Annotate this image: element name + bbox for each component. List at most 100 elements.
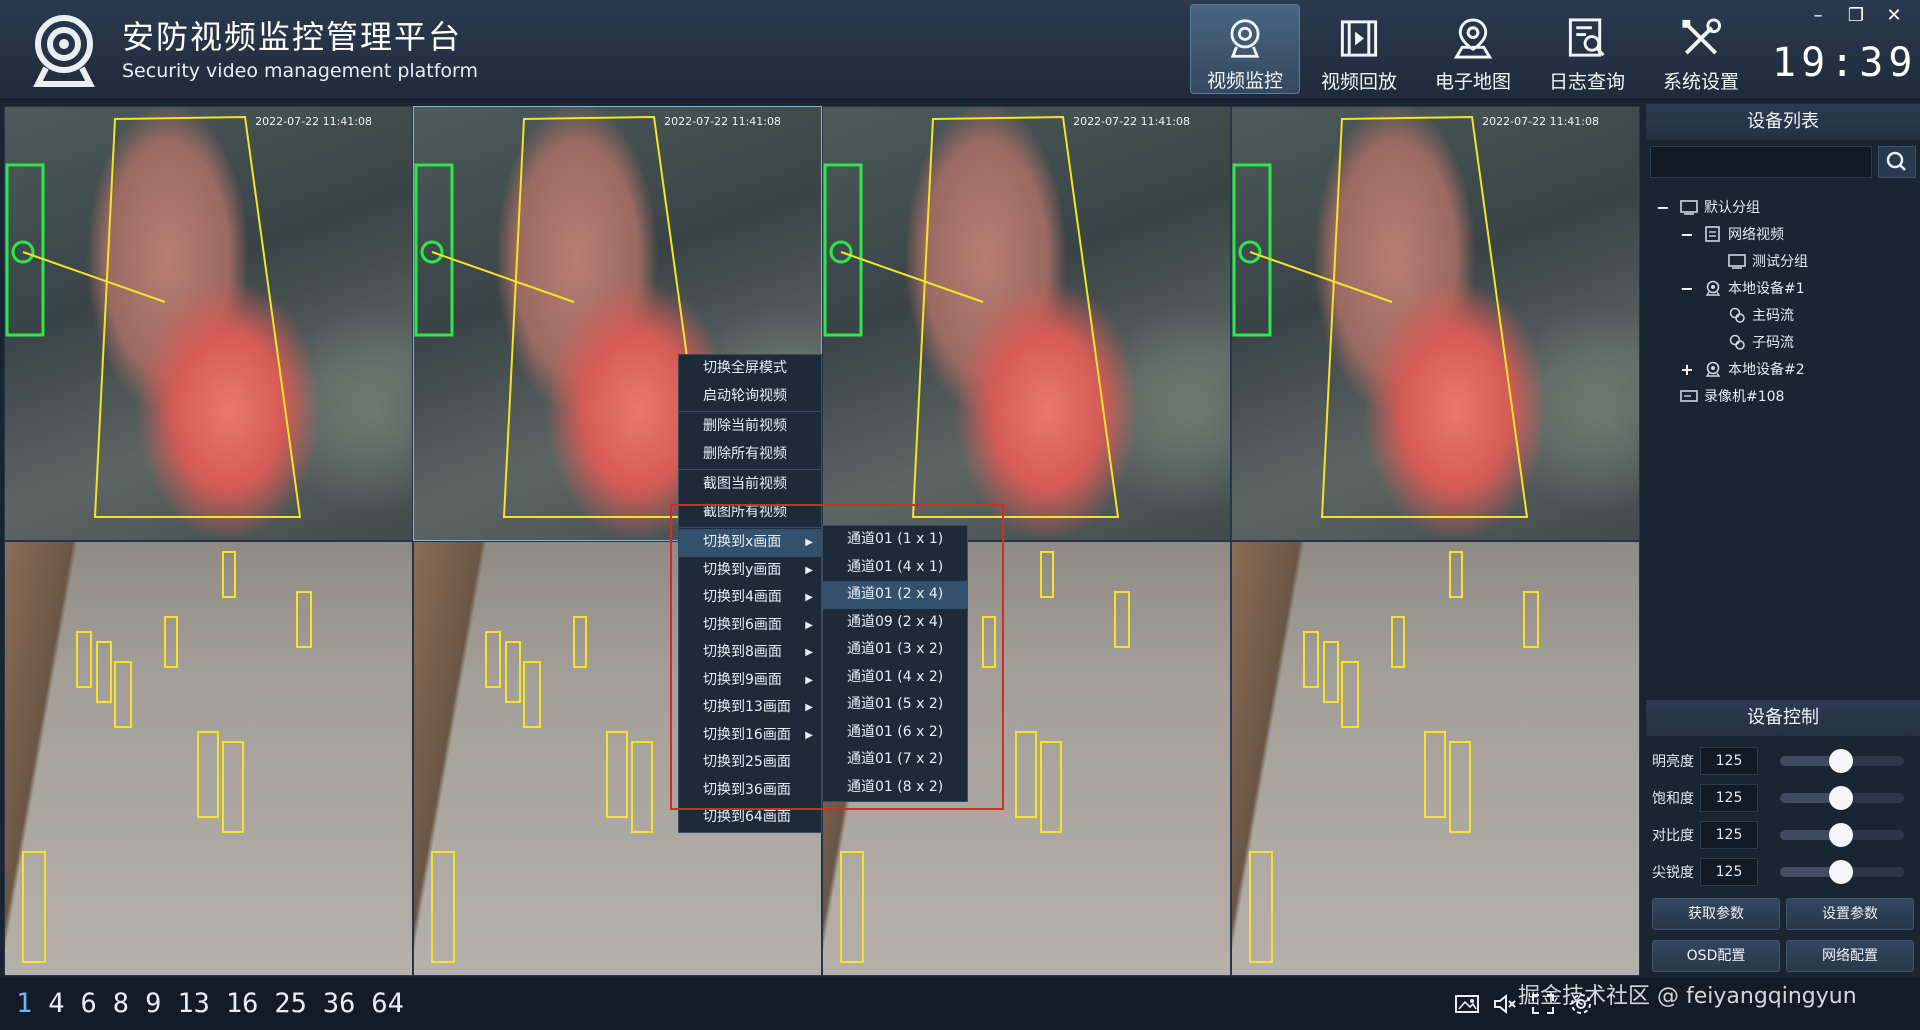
map-pin-icon	[1453, 18, 1493, 59]
nav-label: 视频回放	[1320, 71, 1397, 93]
group-icon	[1680, 200, 1698, 215]
menu-item-fullscreen[interactable]: 切换全屏模式	[679, 355, 821, 383]
tree-node-sub-stream[interactable]: 子码流	[1728, 331, 1794, 353]
tree-node-main-stream[interactable]: 主码流	[1728, 304, 1794, 326]
nav-label: 日志查询	[1548, 71, 1625, 93]
main-nav: 视频监控 视频回放 电子地图 日志查询 系统设置	[1190, 4, 1760, 96]
tree-label: 默认分组	[1704, 200, 1760, 216]
layout-8-button[interactable]: 8	[113, 988, 129, 1019]
layout-36-button[interactable]: 36	[323, 988, 356, 1019]
layout-13-button[interactable]: 13	[177, 988, 210, 1019]
search-icon	[1886, 151, 1906, 171]
menu-item-delete-all[interactable]: 删除所有视频	[679, 441, 821, 469]
layout-6-button[interactable]: 6	[81, 988, 97, 1019]
slider-handle[interactable]	[1828, 823, 1853, 847]
param-value-input[interactable]: 125	[1700, 747, 1758, 775]
device-search-input[interactable]	[1650, 146, 1872, 178]
camera-icon	[1230, 19, 1260, 58]
app-title: 安防视频监控管理平台	[122, 18, 463, 56]
video-cell-1[interactable]: 2022-07-22 11:41:08	[4, 106, 413, 541]
video-cell-5[interactable]	[4, 541, 413, 976]
param-brightness: 明亮度 125	[1652, 746, 1914, 776]
layout-4-button[interactable]: 4	[48, 988, 64, 1019]
detection-overlay	[1232, 115, 1529, 518]
get-params-button[interactable]: 获取参数	[1652, 898, 1780, 930]
osd-timestamp: 2022-07-22 11:41:08	[1073, 115, 1190, 128]
stream-icon	[1729, 307, 1745, 323]
collapse-icon[interactable]: −	[1680, 225, 1694, 244]
osd-timestamp: 2022-07-22 11:41:08	[255, 115, 372, 128]
nav-label: 视频监控	[1206, 70, 1283, 92]
tree-node-test-group[interactable]: 测试分组	[1728, 250, 1808, 272]
snapshot-icon[interactable]	[1454, 992, 1480, 1016]
search-button[interactable]	[1878, 146, 1916, 178]
param-saturation: 饱和度 125	[1652, 783, 1914, 813]
menu-item-snapshot-current[interactable]: 截图当前视频	[679, 471, 821, 499]
header: 安防视频监控管理平台 Security video management pla…	[0, 0, 1920, 100]
network-config-button[interactable]: 网络配置	[1786, 940, 1914, 972]
menu-item-delete-current[interactable]: 删除当前视频	[679, 413, 821, 441]
device-list-title: 设备列表	[1646, 104, 1920, 140]
tools-icon	[1682, 18, 1722, 55]
param-label: 明亮度	[1652, 754, 1694, 770]
video-cell-8[interactable]	[1231, 541, 1640, 976]
tree-node-network-video[interactable]: − 网络视频	[1680, 223, 1784, 245]
nav-system-settings[interactable]: 系统设置	[1646, 4, 1756, 94]
nav-video-monitor[interactable]: 视频监控	[1190, 4, 1300, 94]
nav-label: 系统设置	[1662, 71, 1739, 93]
param-sharpness: 尖锐度 125	[1652, 857, 1914, 887]
nav-e-map[interactable]: 电子地图	[1418, 4, 1528, 94]
nav-log-query[interactable]: 日志查询	[1532, 4, 1642, 94]
tree-node-recorder-108[interactable]: 录像机#108	[1680, 385, 1784, 407]
close-button[interactable]: ✕	[1882, 4, 1906, 28]
contrast-slider[interactable]	[1780, 823, 1904, 847]
collapse-icon[interactable]: −	[1680, 279, 1694, 298]
detection-overlay	[22, 551, 312, 963]
tree-label: 网络视频	[1728, 227, 1784, 243]
tree-node-default-group[interactable]: − 默认分组	[1656, 196, 1760, 218]
menu-item-start-polling[interactable]: 启动轮询视频	[679, 383, 821, 411]
set-params-button[interactable]: 设置参数	[1786, 898, 1914, 930]
device-icon	[1705, 361, 1721, 377]
recorder-icon	[1680, 390, 1698, 402]
slider-handle[interactable]	[1828, 860, 1853, 884]
detection-overlay	[5, 115, 302, 518]
param-value-input[interactable]: 125	[1700, 784, 1758, 812]
video-cell-3[interactable]: 2022-07-22 11:41:08	[822, 106, 1231, 541]
group-icon	[1728, 254, 1746, 269]
saturation-slider[interactable]	[1780, 786, 1904, 810]
menu-separator	[679, 411, 821, 412]
nav-video-playback[interactable]: 视频回放	[1304, 4, 1414, 94]
layout-16-button[interactable]: 16	[226, 988, 259, 1019]
tree-label: 录像机#108	[1704, 389, 1785, 405]
layout-64-button[interactable]: 64	[371, 988, 404, 1019]
slider-handle[interactable]	[1828, 749, 1853, 773]
slider-handle[interactable]	[1828, 786, 1853, 810]
volume-mute-icon[interactable]	[1492, 992, 1518, 1016]
osd-config-button[interactable]: OSD配置	[1652, 940, 1780, 972]
collapse-icon[interactable]: −	[1656, 198, 1670, 217]
sharpness-slider[interactable]	[1780, 860, 1904, 884]
tree-node-local-device-2[interactable]: + 本地设备#2	[1680, 358, 1804, 380]
tree-label: 子码流	[1752, 335, 1794, 351]
window-controls: – ❐ ✕	[1806, 4, 1906, 28]
layout-25-button[interactable]: 25	[274, 988, 307, 1019]
osd-timestamp: 2022-07-22 11:41:08	[1482, 115, 1599, 128]
device-icon	[1705, 280, 1721, 296]
restore-button[interactable]: ❐	[1844, 4, 1868, 28]
app-subtitle: Security video management platform	[122, 60, 479, 82]
selection-highlight-box	[670, 504, 1004, 810]
brightness-slider[interactable]	[1780, 749, 1904, 773]
param-value-input[interactable]: 125	[1700, 858, 1758, 886]
video-cell-4[interactable]: 2022-07-22 11:41:08	[1231, 106, 1640, 541]
tree-node-local-device-1[interactable]: − 本地设备#1	[1680, 277, 1804, 299]
folder-icon	[1705, 226, 1720, 242]
detection-overlay	[1249, 551, 1539, 963]
device-search	[1650, 146, 1916, 178]
layout-9-button[interactable]: 9	[145, 988, 161, 1019]
expand-icon[interactable]: +	[1680, 360, 1694, 379]
layout-1-button[interactable]: 1	[16, 988, 32, 1019]
minimize-button[interactable]: –	[1806, 4, 1830, 28]
param-value-input[interactable]: 125	[1700, 821, 1758, 849]
detection-overlay	[823, 115, 1120, 518]
